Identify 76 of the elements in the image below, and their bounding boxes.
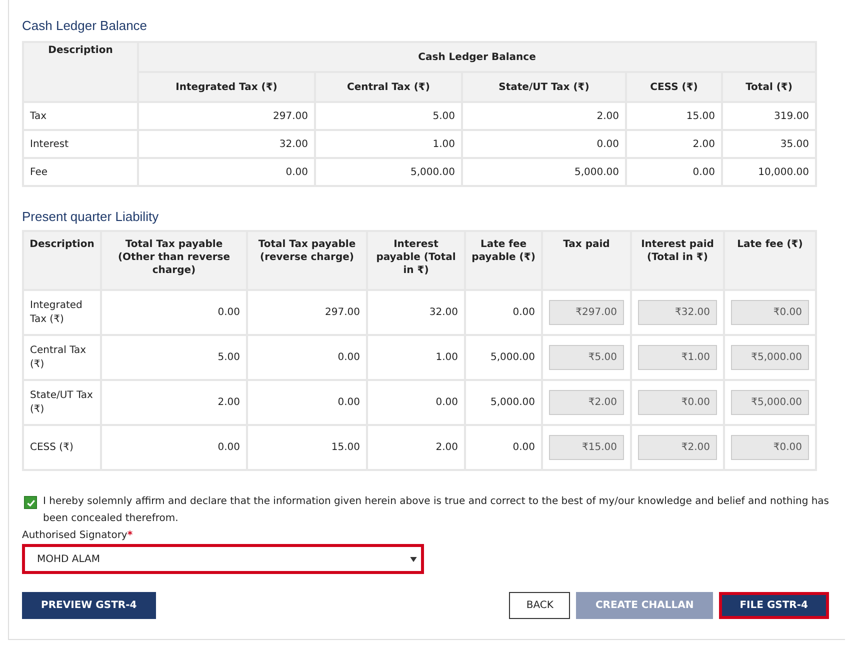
amount-field[interactable]: ₹2.00 — [549, 390, 624, 416]
table-cell: 15.00 — [247, 425, 367, 470]
table-cell: 297.00 — [138, 102, 315, 130]
table-cell: 5,000.00 — [462, 158, 626, 186]
table-cell: 2.00 — [462, 102, 626, 130]
checkbox[interactable] — [24, 496, 37, 509]
table-cell: 0.00 — [138, 158, 315, 186]
column-header: Late fee payable (₹) — [465, 231, 542, 290]
table-cell: 0.00 — [247, 335, 367, 380]
table-cell: 2.00 — [626, 130, 722, 158]
amount-field[interactable]: ₹2.00 — [638, 434, 717, 460]
amount-field[interactable]: ₹0.00 — [731, 434, 809, 460]
table-cell: 319.00 — [722, 102, 816, 130]
column-header: Description — [23, 42, 138, 102]
table-cell: 5,000.00 — [465, 380, 542, 425]
declaration-text: I hereby solemnly affirm and declare that the information given herein above is true and correct to the best of my/our knowledge and belief and nothing has been concealed therefrom. — [43, 495, 829, 526]
amount-field[interactable]: ₹297.00 — [549, 300, 624, 326]
row-label: State/UT Tax (₹) — [23, 380, 101, 425]
row-label: Fee — [23, 158, 138, 186]
caret-icon — [410, 556, 417, 562]
preview-button[interactable]: PREVIEW GSTR-4 — [22, 592, 156, 619]
table-cell: 10,000.00 — [722, 158, 816, 186]
column-header: Late fee (₹) — [724, 231, 816, 290]
table-cell: 32.00 — [138, 130, 315, 158]
table-cell: 0.00 — [101, 290, 247, 335]
column-header: Integrated Tax (₹) — [138, 72, 315, 102]
amount-field[interactable]: ₹5,000.00 — [731, 344, 809, 370]
table-cell: 0.00 — [626, 158, 722, 186]
table-cell: 32.00 — [367, 290, 465, 335]
table-cell: 5.00 — [315, 102, 462, 130]
column-header: Total Tax payable (reverse charge) — [247, 231, 367, 290]
table-cell: 0.00 — [367, 380, 465, 425]
row-label: Central Tax (₹) — [23, 335, 101, 380]
table-cell: 0.00 — [465, 290, 542, 335]
table-cell: 0.00 — [101, 425, 247, 470]
amount-field[interactable]: ₹15.00 — [549, 434, 624, 460]
action-button[interactable]: FILE GSTR-4 — [718, 592, 829, 619]
signatory-dropdown[interactable]: MOHD ALAM — [22, 544, 424, 574]
table-cell: 0.00 — [462, 130, 626, 158]
column-header: Interest payable (Total in ₹) — [367, 231, 465, 290]
column-header: Tax paid — [542, 231, 631, 290]
section-title: Present quarter Liability — [22, 209, 160, 224]
table-cell: 2.00 — [367, 425, 465, 470]
table-cell: 15.00 — [626, 102, 722, 130]
table-cell: 2.00 — [101, 380, 247, 425]
action-button[interactable]: BACK — [509, 592, 570, 619]
field-label: Authorised Signatory — [22, 530, 128, 541]
table-cell: 1.00 — [367, 335, 465, 380]
column-header: CESS (₹) — [626, 72, 722, 102]
section-title: Cash Ledger Balance — [22, 18, 148, 33]
amount-field[interactable]: ₹1.00 — [638, 344, 717, 370]
table-cell: 297.00 — [247, 290, 367, 335]
table-cell: 0.00 — [247, 380, 367, 425]
row-label: Tax — [23, 102, 138, 130]
column-header: Interest paid (Total in ₹) — [631, 231, 724, 290]
row-label: Integrated Tax (₹) — [23, 290, 101, 335]
column-header: Central Tax (₹) — [315, 72, 462, 102]
column-header: Total (₹) — [722, 72, 816, 102]
column-header: Cash Ledger Balance — [138, 42, 816, 72]
table-cell: 35.00 — [722, 130, 816, 158]
required-mark: * — [127, 530, 133, 541]
table-cell: 5,000.00 — [465, 335, 542, 380]
amount-field[interactable]: ₹32.00 — [638, 300, 717, 326]
column-header: State/UT Tax (₹) — [462, 72, 626, 102]
table-cell: 5.00 — [101, 335, 247, 380]
row-label: CESS (₹) — [23, 425, 101, 470]
table-cell: 5,000.00 — [315, 158, 462, 186]
amount-field[interactable]: ₹5,000.00 — [731, 390, 809, 416]
row-label: Interest — [23, 130, 138, 158]
amount-field[interactable]: ₹0.00 — [638, 390, 717, 416]
column-header: Total Tax payable (Other than reverse charge) — [101, 231, 247, 290]
table-cell: 1.00 — [315, 130, 462, 158]
column-header: Description — [23, 231, 101, 290]
table-cell: 0.00 — [465, 425, 542, 470]
amount-field[interactable]: ₹0.00 — [731, 300, 809, 326]
amount-field[interactable]: ₹5.00 — [549, 344, 624, 370]
